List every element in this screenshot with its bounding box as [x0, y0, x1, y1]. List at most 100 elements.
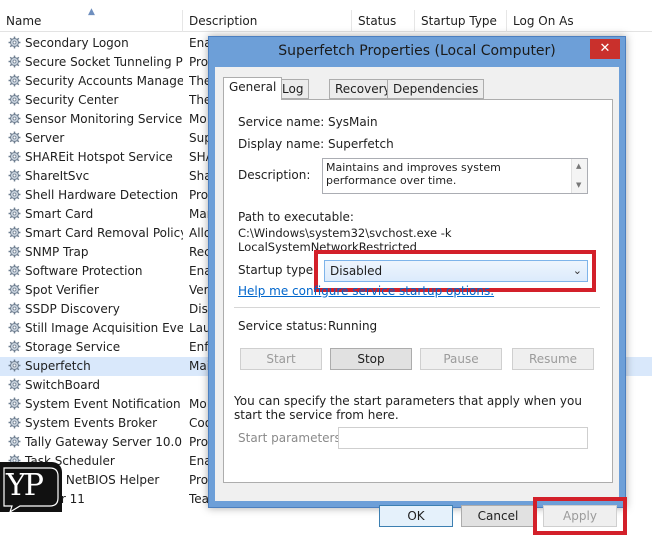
- service-gear-icon: [8, 36, 21, 49]
- service-gear-icon: [8, 416, 21, 429]
- display-name-label: Display name:: [238, 137, 325, 151]
- service-gear-icon: [8, 435, 21, 448]
- scroll-up-icon[interactable]: ▲: [576, 160, 581, 173]
- service-name-cell: SSDP Discovery: [8, 300, 183, 319]
- superfetch-properties-dialog: Superfetch Properties (Local Computer) ✕…: [208, 36, 627, 535]
- service-name-text: Software Protection: [25, 264, 143, 278]
- stop-button[interactable]: Stop: [330, 348, 412, 370]
- column-name-header[interactable]: Name ▲: [0, 7, 183, 32]
- start-params-note: You can specify the start parameters tha…: [234, 394, 582, 422]
- service-name-text: Secondary Logon: [25, 36, 129, 50]
- column-status-header[interactable]: Status: [352, 10, 415, 32]
- start-parameters-input[interactable]: [338, 427, 588, 449]
- service-name-label: Service name:: [238, 115, 325, 129]
- path-label: Path to executable:: [238, 210, 354, 224]
- service-name-cell: Tally Gateway Server 10.0: [8, 433, 183, 452]
- list-header: Name ▲ Description Status Startup Type L…: [0, 7, 652, 32]
- service-name-text: SNMP Trap: [25, 245, 89, 259]
- service-gear-icon: [8, 93, 21, 106]
- service-name-text: SwitchBoard: [25, 378, 100, 392]
- sort-ascending-icon: ▲: [88, 7, 95, 17]
- service-gear-icon: [8, 150, 21, 163]
- close-button[interactable]: ✕: [590, 39, 620, 59]
- general-tab-panel: Service name: SysMain Display name: Supe…: [223, 99, 613, 483]
- start-button[interactable]: Start: [240, 348, 322, 370]
- service-name-cell: ShareItSvc: [8, 167, 183, 186]
- service-name-cell: SHAREit Hotspot Service: [8, 148, 183, 167]
- service-status-label: Service status:: [238, 319, 328, 333]
- divider: [234, 307, 600, 308]
- service-gear-icon: [8, 397, 21, 410]
- service-name-text: Smart Card Removal Policy: [25, 226, 183, 240]
- ok-button[interactable]: OK: [379, 505, 453, 527]
- service-status-value: Running: [328, 319, 378, 333]
- service-gear-icon: [8, 245, 21, 258]
- service-name-text: Server: [25, 131, 65, 145]
- service-gear-icon: [8, 188, 21, 201]
- description-label: Description:: [238, 168, 311, 182]
- service-gear-icon: [8, 359, 21, 372]
- service-name-cell: System Events Broker: [8, 414, 183, 433]
- service-name-text: Still Image Acquisition Events: [25, 321, 183, 335]
- service-name-text: SHAREit Hotspot Service: [25, 150, 173, 164]
- service-name-text: Superfetch: [25, 359, 91, 373]
- service-gear-icon: [8, 378, 21, 391]
- yp-logo: YP: [0, 462, 62, 512]
- help-configure-link[interactable]: Help me configure service startup option…: [238, 284, 494, 298]
- description-scrollbar[interactable]: ▲ ▼: [571, 159, 587, 193]
- highlight-box-apply: [533, 497, 627, 535]
- service-name-text: System Event Notification S...: [25, 397, 183, 411]
- scroll-down-icon[interactable]: ▼: [576, 179, 581, 192]
- service-name-text: Smart Card: [25, 207, 94, 221]
- service-gear-icon: [8, 283, 21, 296]
- service-gear-icon: [8, 264, 21, 277]
- cancel-button[interactable]: Cancel: [461, 505, 535, 527]
- service-gear-icon: [8, 321, 21, 334]
- startup-type-label: Startup type:: [238, 263, 318, 277]
- start-parameters-label: Start parameters:: [238, 431, 345, 445]
- service-name-cell: Server: [8, 129, 183, 148]
- service-gear-icon: [8, 55, 21, 68]
- service-name-cell: Storage Service: [8, 338, 183, 357]
- service-name-cell: Security Accounts Manager: [8, 72, 183, 91]
- service-name-cell: Still Image Acquisition Events: [8, 319, 183, 338]
- dialog-title-bar[interactable]: Superfetch Properties (Local Computer) ✕: [209, 37, 625, 67]
- dialog-body: General Log On Recovery Dependencies Ser…: [215, 67, 627, 535]
- service-name-cell: Secure Socket Tunneling Pr...: [8, 53, 183, 72]
- column-startup-type-header[interactable]: Startup Type: [415, 10, 507, 32]
- service-name-text: Spot Verifier: [25, 283, 99, 297]
- service-name-cell: Smart Card: [8, 205, 183, 224]
- service-name-text: Sensor Monitoring Service: [25, 112, 183, 126]
- service-gear-icon: [8, 226, 21, 239]
- service-name-text: System Events Broker: [25, 416, 158, 430]
- service-name-cell: Spot Verifier: [8, 281, 183, 300]
- description-textbox[interactable]: Maintains and improves system performanc…: [322, 158, 588, 194]
- service-name-cell: System Event Notification S...: [8, 395, 183, 414]
- service-name-cell: Sensor Monitoring Service: [8, 110, 183, 129]
- service-name-text: Shell Hardware Detection: [25, 188, 179, 202]
- pause-button[interactable]: Pause: [420, 348, 502, 370]
- service-name-cell: Superfetch: [8, 357, 183, 376]
- logo-text: YP: [6, 468, 44, 503]
- service-name-cell: Security Center: [8, 91, 183, 110]
- service-name-value: SysMain: [328, 115, 378, 129]
- tab-dependencies[interactable]: Dependencies: [387, 79, 485, 99]
- service-name-text: Secure Socket Tunneling Pr...: [25, 55, 183, 69]
- column-log-on-as-header[interactable]: Log On As: [507, 10, 652, 32]
- service-name-cell: Smart Card Removal Policy: [8, 224, 183, 243]
- service-gear-icon: [8, 207, 21, 220]
- service-name-text: Security Center: [25, 93, 119, 107]
- column-description-header[interactable]: Description: [183, 10, 352, 32]
- service-gear-icon: [8, 302, 21, 315]
- service-name-cell: SwitchBoard: [8, 376, 183, 395]
- service-name-text: Tally Gateway Server 10.0: [25, 435, 182, 449]
- service-gear-icon: [8, 74, 21, 87]
- service-gear-icon: [8, 340, 21, 353]
- tab-general[interactable]: General: [223, 77, 283, 100]
- service-name-cell: SNMP Trap: [8, 243, 183, 262]
- resume-button[interactable]: Resume: [512, 348, 594, 370]
- service-name-cell: Shell Hardware Detection: [8, 186, 183, 205]
- dialog-title: Superfetch Properties (Local Computer): [278, 43, 556, 59]
- service-name-text: ShareItSvc: [25, 169, 90, 183]
- service-name-cell: Software Protection: [8, 262, 183, 281]
